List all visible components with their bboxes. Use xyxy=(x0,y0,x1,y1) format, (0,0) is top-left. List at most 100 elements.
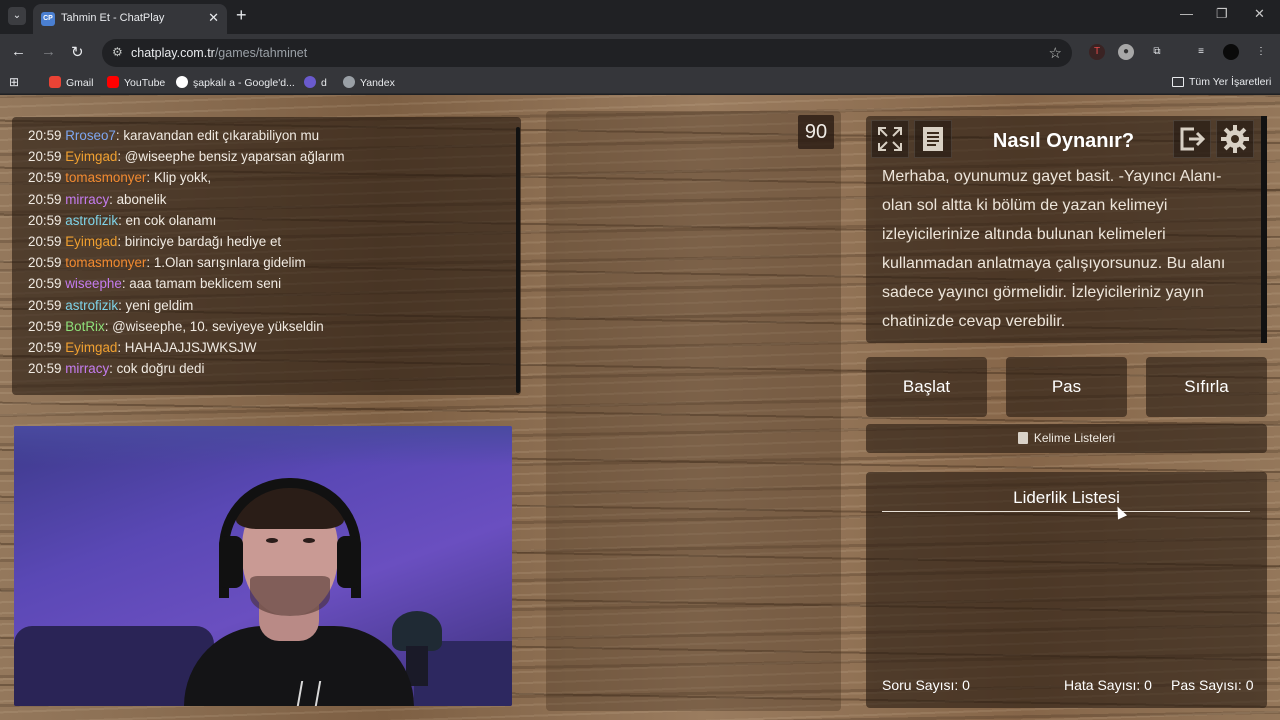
chat-text: : @wiseephe bensiz yaparsan ağlarım xyxy=(117,149,345,165)
bookmarks-bar: ⊞ Gmail YouTube şapkalı a - Google'd... … xyxy=(0,72,1280,94)
chat-message: 20:59 wiseephe: aaa tamam beklicem seni xyxy=(28,273,508,294)
bookmark-d[interactable]: d xyxy=(304,76,327,89)
browser-toolbar: ← → ↻ ⚙ chatplay.com.tr/games/tahminet ☆… xyxy=(0,34,1280,72)
tab-close-icon[interactable]: ✕ xyxy=(208,10,219,26)
chat-timestamp: 20:59 xyxy=(28,297,62,313)
chat-username[interactable]: Eyimgad xyxy=(65,340,117,355)
extensions-puzzle-icon[interactable]: ⧉ xyxy=(1149,44,1165,60)
gear-icon xyxy=(1221,125,1249,153)
chat-message: 20:59 mirracy: cok doğru dedi xyxy=(28,358,508,379)
pass-count: Pas Sayısı: 0 xyxy=(1171,677,1254,693)
apps-grid-icon[interactable]: ⊞ xyxy=(9,75,19,89)
bookmark-star-icon[interactable]: ☆ xyxy=(1049,44,1062,62)
chat-username[interactable]: Eyimgad xyxy=(65,149,117,164)
chat-username[interactable]: BotRix xyxy=(65,319,104,334)
exit-icon xyxy=(1180,127,1206,151)
google-icon xyxy=(176,76,188,88)
bookmark-label: Yandex xyxy=(360,77,395,89)
chat-timestamp: 20:59 xyxy=(28,255,62,271)
reset-button[interactable]: Sıfırla xyxy=(1146,357,1267,417)
cam-headset-cup-left xyxy=(219,536,243,588)
chat-scrollbar[interactable] xyxy=(516,127,520,393)
chat-username[interactable]: astrofizik xyxy=(65,298,118,313)
cam-plant xyxy=(392,611,442,651)
chat-text: : karavandan edit çıkarabiliyon mu xyxy=(115,128,320,143)
pass-button[interactable]: Pas xyxy=(1006,357,1127,417)
window-close-icon[interactable]: ✕ xyxy=(1254,6,1265,22)
leaderboard-divider xyxy=(882,511,1250,512)
menu-kebab-icon[interactable]: ⋮ xyxy=(1253,44,1269,60)
chat-timestamp: 20:59 xyxy=(28,170,62,186)
tab-title: Tahmin Et - ChatPlay xyxy=(61,12,165,24)
bookmark-gmail[interactable]: Gmail xyxy=(49,76,93,89)
folder-icon xyxy=(1172,77,1184,87)
bookmark-label: d xyxy=(321,77,327,89)
start-button[interactable]: Başlat xyxy=(866,357,987,417)
how-to-play-text: Merhaba, oyunumuz gayet basit. -Yayıncı … xyxy=(882,168,1226,330)
chat-username[interactable]: tomasmonyer xyxy=(65,170,146,185)
chat-username[interactable]: tomasmonyer xyxy=(65,255,146,270)
word-lists-button[interactable]: Kelime Listeleri xyxy=(866,424,1267,453)
chat-username[interactable]: astrofizik xyxy=(65,213,118,228)
profile-avatar-icon[interactable] xyxy=(1223,44,1239,60)
timer: 90 xyxy=(798,115,834,149)
chat-text: : en cok olanamı xyxy=(118,212,217,228)
leaderboard-panel: Liderlik Listesi Soru Sayısı: 0 Hata Say… xyxy=(866,472,1267,708)
all-bookmarks-label: Tüm Yer İşaretleri xyxy=(1189,76,1272,88)
bookmark-d-icon xyxy=(304,76,316,88)
site-info-icon[interactable]: ⚙ xyxy=(112,45,123,59)
chat-username[interactable]: Rroseo7 xyxy=(65,128,116,143)
chat-username[interactable]: wiseephe xyxy=(65,276,122,291)
forward-icon[interactable]: → xyxy=(41,43,56,60)
exit-button[interactable] xyxy=(1173,120,1211,158)
chat-text: : HAHAJAJJSJWKSJW xyxy=(117,339,257,355)
settings-button[interactable] xyxy=(1216,120,1254,158)
bookmark-label: Gmail xyxy=(66,77,94,89)
restore-icon[interactable]: ❐ xyxy=(1216,6,1228,22)
chat-timestamp: 20:59 xyxy=(28,149,62,165)
chat-message: 20:59 tomasmonyer: Klip yokk, xyxy=(28,167,508,188)
chat-username[interactable]: mirracy xyxy=(65,361,109,376)
chat-message: 20:59 mirracy: abonelik xyxy=(28,189,508,210)
question-count: Soru Sayısı: 0 xyxy=(882,677,970,693)
chat-text: : aaa tamam beklicem seni xyxy=(121,276,282,292)
back-icon[interactable]: ← xyxy=(11,43,26,60)
extension-tp-icon[interactable]: T xyxy=(1089,44,1105,60)
url-path: /games/tahminet xyxy=(214,46,308,60)
tab-search-button[interactable]: ⌄ xyxy=(8,7,26,25)
globe-icon xyxy=(343,76,355,88)
url-host: chatplay.com.tr xyxy=(131,46,215,60)
address-bar[interactable]: ⚙ chatplay.com.tr/games/tahminet ☆ xyxy=(102,39,1072,67)
all-bookmarks-folder[interactable]: Tüm Yer İşaretleri xyxy=(1172,76,1271,88)
chat-message: 20:59 Eyimgad: @wiseephe bensiz yaparsan… xyxy=(28,146,508,167)
new-tab-button[interactable]: + xyxy=(236,6,247,24)
how-to-play-panel: Nasıl Oynanır? Merhaba, oyunumuz gayet b… xyxy=(866,116,1267,343)
chat-username[interactable]: Eyimgad xyxy=(65,234,117,249)
game-page: 20:59 Rroseo7: karavandan edit çıkarabil… xyxy=(0,95,1280,720)
chat-message: 20:59 BotRix: @wiseephe, 10. seviyeye yü… xyxy=(28,316,508,337)
chat-message-list: 20:59 Rroseo7: karavandan edit çıkarabil… xyxy=(28,125,508,379)
how-to-play-scrollbar[interactable] xyxy=(1261,116,1267,343)
chat-timestamp: 20:59 xyxy=(28,361,62,377)
chat-timestamp: 20:59 xyxy=(28,318,62,334)
chat-text: : Klip yokk, xyxy=(146,170,212,186)
browser-tab[interactable]: CP Tahmin Et - ChatPlay ✕ xyxy=(33,4,227,34)
chat-message: 20:59 astrofizik: yeni geldim xyxy=(28,295,508,316)
media-control-icon[interactable]: ≡ xyxy=(1193,44,1209,60)
chat-text: : yeni geldim xyxy=(118,297,194,313)
minimize-icon[interactable]: — xyxy=(1180,6,1193,21)
reload-icon[interactable]: ↻ xyxy=(71,43,84,61)
chatplay-favicon-icon: CP xyxy=(41,12,55,26)
bookmark-google-search[interactable]: şapkalı a - Google'd... xyxy=(176,76,295,89)
bookmark-yandex[interactable]: Yandex xyxy=(343,76,395,89)
notepad-icon xyxy=(1017,432,1028,444)
chat-text: : @wiseephe, 10. seviyeye yükseldin xyxy=(104,318,324,334)
extension-avatar-icon[interactable]: ● xyxy=(1118,44,1134,60)
bookmark-youtube[interactable]: YouTube xyxy=(107,76,165,89)
word-lists-label: Kelime Listeleri xyxy=(1033,431,1116,445)
chat-username[interactable]: mirracy xyxy=(65,192,109,207)
cam-ceiling xyxy=(14,426,512,466)
webcam-feed xyxy=(14,426,512,706)
cam-headset-cup-right xyxy=(337,536,361,588)
chat-text: : abonelik xyxy=(109,191,167,207)
